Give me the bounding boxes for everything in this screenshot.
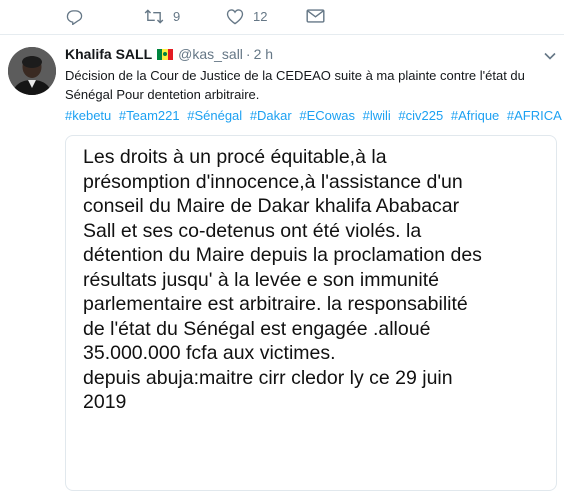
hashtag-link[interactable]: #lwili — [363, 108, 391, 123]
retweet-button[interactable]: 9 — [144, 8, 180, 25]
media-image-text: Les droits à un procé équitable,à la pré… — [83, 146, 482, 413]
hashtag-link[interactable]: #civ225 — [398, 108, 443, 123]
tweet-header: Khalifa SALL @kas_sall · 2 h — [65, 45, 273, 63]
author-name[interactable]: Khalifa SALL — [65, 46, 152, 62]
author-handle[interactable]: @kas_sall — [178, 46, 243, 62]
reply-icon — [66, 10, 83, 25]
media-image-card[interactable]: Les droits à un procé équitable,à la pré… — [65, 135, 557, 491]
hashtag-link[interactable]: #Afrique — [451, 108, 499, 123]
reply-button[interactable] — [66, 8, 92, 25]
header-separator: · — [245, 46, 251, 62]
hashtag-link[interactable]: #ECowas — [299, 108, 355, 123]
like-count: 12 — [253, 9, 268, 24]
hashtag-link[interactable]: #Sénégal — [187, 108, 242, 123]
senegal-flag-icon — [157, 48, 174, 60]
more-options-button[interactable] — [544, 47, 556, 65]
like-button[interactable]: 12 — [226, 8, 267, 25]
avatar[interactable] — [8, 47, 56, 95]
hashtag-link[interactable]: #Dakar — [250, 108, 292, 123]
tweet-text: Décision de la Cour de Justice de la CED… — [65, 68, 525, 102]
hashtag-list: #kebetu #Team221 #Sénégal #Dakar #ECowas… — [65, 106, 562, 125]
hashtag-link[interactable]: #kebetu — [65, 108, 111, 123]
previous-tweet-action-bar: 9 12 — [0, 0, 564, 34]
envelope-icon — [306, 9, 325, 23]
retweet-count: 9 — [173, 9, 181, 24]
heart-icon — [226, 9, 244, 25]
hashtag-link[interactable]: #AFRICA — [507, 108, 562, 123]
chevron-down-icon — [544, 52, 556, 60]
tweet[interactable]: Khalifa SALL @kas_sall · 2 h Décision de… — [0, 35, 564, 503]
direct-message-button[interactable] — [306, 8, 325, 24]
profile-photo-icon — [8, 47, 56, 95]
tweet-timestamp[interactable]: 2 h — [254, 46, 273, 62]
retweet-icon — [144, 9, 164, 24]
hashtag-link[interactable]: #Team221 — [119, 108, 180, 123]
